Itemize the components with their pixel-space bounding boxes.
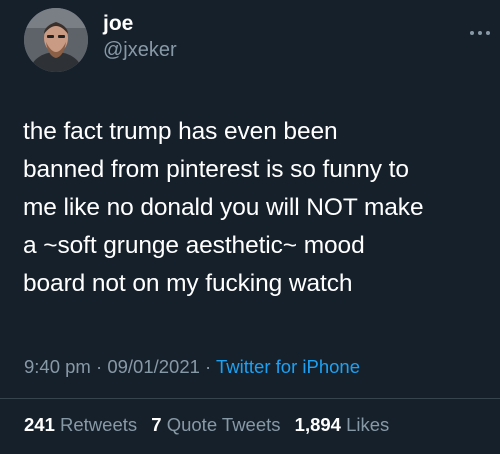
retweets-stat[interactable]: 241 Retweets: [24, 414, 137, 435]
avatar[interactable]: [24, 8, 88, 72]
tweet-time[interactable]: 9:40 pm: [24, 356, 91, 377]
user-handle[interactable]: @jxeker: [103, 37, 177, 63]
quotes-label: Quote Tweets: [166, 414, 281, 435]
likes-count: 1,894: [294, 414, 341, 435]
display-name[interactable]: joe: [103, 11, 177, 37]
avatar-image: [24, 8, 88, 72]
tweet-card: joe @jxeker the fact trump has even been…: [0, 0, 500, 454]
meta-separator: ·: [96, 356, 103, 377]
tweet-source-link[interactable]: Twitter for iPhone: [216, 356, 360, 377]
retweets-label: Retweets: [60, 414, 138, 435]
quotes-count: 7: [151, 414, 162, 435]
tweet-stats: 241 Retweets 7 Quote Tweets 1,894 Likes: [24, 414, 398, 436]
likes-label: Likes: [346, 414, 390, 435]
user-names: joe @jxeker: [103, 11, 177, 63]
quote-tweets-stat[interactable]: 7 Quote Tweets: [151, 414, 280, 435]
tweet-date[interactable]: 09/01/2021: [107, 356, 200, 377]
tweet-header: joe @jxeker: [24, 8, 177, 72]
divider: [0, 398, 500, 399]
more-horizontal-icon[interactable]: [468, 26, 492, 38]
tweet-text: the fact trump has even been banned from…: [23, 118, 424, 297]
tweet-meta: 9:40 pm · 09/01/2021 · Twitter for iPhon…: [24, 356, 360, 378]
meta-separator: ·: [205, 356, 212, 377]
likes-stat[interactable]: 1,894 Likes: [295, 414, 390, 435]
retweets-count: 241: [24, 414, 55, 435]
